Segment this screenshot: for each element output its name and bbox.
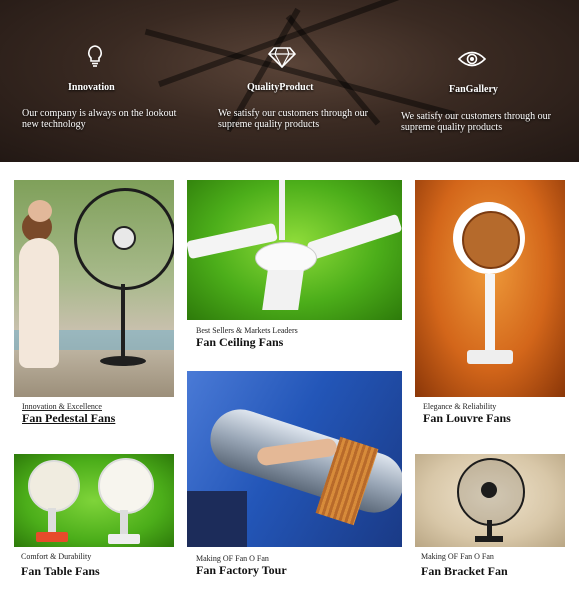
hero-banner: Innovation Our company is always on the … [0, 0, 579, 162]
table-fan-image [14, 454, 174, 547]
product-card-bracket-fan[interactable]: Making OF Fan O Fan Fan Bracket Fan [415, 454, 565, 584]
card-title[interactable]: Fan Louvre Fans [423, 411, 511, 426]
card-subtitle: Innovation & Excellence [22, 402, 102, 411]
lightbulb-icon [88, 45, 102, 67]
feature-title: Innovation [68, 82, 115, 93]
factory-tour-image [187, 371, 402, 547]
card-title[interactable]: Fan Table Fans [21, 564, 100, 579]
card-title[interactable]: Fan Factory Tour [196, 563, 287, 578]
diamond-icon [268, 47, 296, 68]
card-title[interactable]: Fan Pedestal Fans [22, 411, 115, 426]
card-subtitle: Making OF Fan O Fan [196, 554, 269, 563]
product-card-ceiling-fans[interactable]: Best Sellers & Markets Leaders Fan Ceili… [187, 180, 402, 355]
ceiling-fan-image [187, 180, 402, 320]
product-card-pedestal-fans[interactable]: Innovation & Excellence Fan Pedestal Fan… [14, 180, 174, 430]
product-card-table-fans[interactable]: Comfort & Durability Fan Table Fans [14, 454, 174, 584]
card-title[interactable]: Fan Ceiling Fans [196, 335, 283, 350]
card-title[interactable]: Fan Bracket Fan [421, 564, 508, 579]
feature-title: FanGallery [449, 84, 498, 95]
card-subtitle: Best Sellers & Markets Leaders [196, 326, 298, 335]
pedestal-fan-image [14, 180, 174, 397]
card-subtitle: Comfort & Durability [21, 552, 92, 561]
card-subtitle: Elegance & Reliability [423, 402, 497, 411]
feature-description: We satisfy our customers through our sup… [218, 108, 368, 130]
feature-title: QualityProduct [247, 82, 314, 93]
bracket-fan-image [415, 454, 565, 547]
feature-description: Our company is always on the lookout new… [22, 108, 177, 130]
card-subtitle: Making OF Fan O Fan [421, 552, 494, 561]
product-card-factory-tour[interactable]: Making OF Fan O Fan Fan Factory Tour [187, 371, 402, 583]
product-card-louvre-fans[interactable]: Elegance & Reliability Fan Louvre Fans [415, 180, 565, 430]
eye-icon [458, 51, 486, 67]
feature-description: We satisfy our customers through our sup… [401, 111, 551, 133]
louvre-fan-image [415, 180, 565, 397]
